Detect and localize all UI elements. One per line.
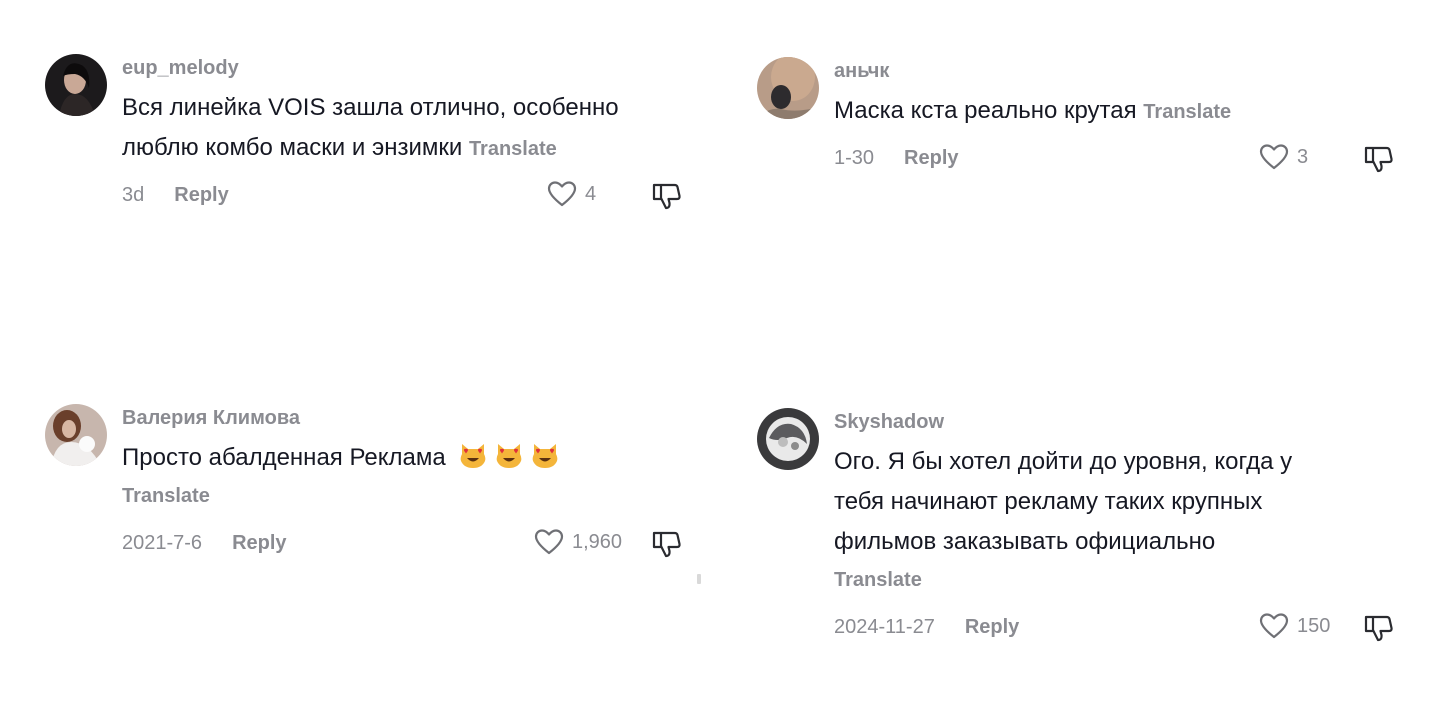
heart-eyes-cat-emoji-icon — [494, 440, 524, 470]
reply-button[interactable]: Reply — [174, 184, 228, 207]
dislike-button[interactable] — [651, 180, 683, 212]
comment-text: Просто абалденная Реклама Translate — [122, 438, 560, 514]
like-button[interactable]: 3 — [1259, 143, 1308, 171]
comment-meta: 1-30 Reply — [834, 143, 959, 173]
comment-text-line: люблю комбо маски и энзимки — [122, 134, 463, 161]
comment-meta: 3d Reply — [122, 180, 229, 210]
reply-button[interactable]: Reply — [904, 147, 958, 170]
heart-eyes-cat-emoji-icon — [458, 440, 488, 470]
thumbs-down-icon — [651, 528, 683, 560]
thumbs-down-icon — [651, 180, 683, 212]
dislike-button[interactable] — [1363, 612, 1395, 644]
comment-body: Валерия Климова Просто абалденная Реклам… — [122, 404, 560, 514]
username[interactable]: Валерия Климова — [122, 404, 560, 432]
heart-outline-icon — [1259, 612, 1289, 640]
heart-outline-icon — [1259, 143, 1289, 171]
comment-date: 3d — [122, 183, 145, 206]
like-count: 3 — [1297, 145, 1309, 168]
comment-date: 2021-7-6 — [122, 531, 203, 554]
avatar[interactable] — [45, 54, 107, 116]
comment-text-line: фильмов заказывать официально — [834, 528, 1216, 555]
avatar[interactable] — [45, 404, 107, 466]
comment-text-line: Маска кста реально крутая — [834, 97, 1137, 124]
username[interactable]: аньчк — [834, 57, 1231, 85]
dislike-button[interactable] — [651, 528, 683, 560]
like-count: 150 — [1297, 614, 1331, 637]
reply-button[interactable]: Reply — [965, 616, 1019, 639]
comment-meta: 2024-11-27 Reply — [834, 612, 1019, 642]
heart-outline-icon — [534, 528, 564, 556]
comment-body: eup_melody Вся линейка VOIS зашла отличн… — [122, 54, 619, 169]
comment-text-line: Ого. Я бы хотел дойти до уровня, когда у — [834, 448, 1293, 475]
dislike-button[interactable] — [1363, 143, 1395, 175]
comment-item: Валерия Климова Просто абалденная Реклам… — [45, 404, 695, 564]
comment-text-line: Просто абалденная Реклама — [122, 444, 446, 471]
like-count: 1,960 — [572, 530, 623, 553]
thumbs-down-icon — [1363, 612, 1395, 644]
like-button[interactable]: 150 — [1259, 612, 1330, 640]
comment-text: Ого. Я бы хотел дойти до уровня, когда у… — [834, 442, 1292, 598]
comment-date: 1-30 — [834, 146, 875, 169]
comment-item: аньчк Маска кста реально крутая Translat… — [757, 57, 1407, 177]
reply-button[interactable]: Reply — [232, 532, 286, 555]
heart-outline-icon — [547, 180, 577, 208]
translate-link[interactable]: Translate — [1143, 101, 1231, 123]
comment-text-line: Вся линейка VOIS зашла отлично, особенно — [122, 94, 619, 121]
scroll-indicator — [697, 574, 701, 584]
thumbs-down-icon — [1363, 143, 1395, 175]
comment-item: Skyshadow Ого. Я бы хотел дойти до уровн… — [757, 408, 1407, 648]
like-count: 4 — [585, 182, 597, 205]
heart-eyes-cat-emoji-icon — [530, 440, 560, 470]
comment-text-line: тебя начинают рекламу таких крупных — [834, 488, 1263, 515]
like-button[interactable]: 1,960 — [534, 528, 622, 556]
username[interactable]: Skyshadow — [834, 408, 1292, 436]
avatar[interactable] — [757, 408, 819, 470]
comment-body: Skyshadow Ого. Я бы хотел дойти до уровн… — [834, 408, 1292, 598]
comment-item: eup_melody Вся линейка VOIS зашла отличн… — [45, 54, 695, 214]
comment-date: 2024-11-27 — [834, 615, 935, 638]
translate-link[interactable]: Translate — [122, 478, 560, 514]
comment-text: Вся линейка VOIS зашла отлично, особенно… — [122, 88, 619, 169]
avatar[interactable] — [757, 57, 819, 119]
username[interactable]: eup_melody — [122, 54, 619, 82]
comment-meta: 2021-7-6 Reply — [122, 528, 287, 558]
translate-link[interactable]: Translate — [834, 562, 1292, 598]
like-button[interactable]: 4 — [547, 180, 596, 208]
translate-link[interactable]: Translate — [469, 138, 557, 160]
comment-text: Маска кста реально крутая Translate — [834, 91, 1231, 132]
comment-body: аньчк Маска кста реально крутая Translat… — [834, 57, 1231, 132]
